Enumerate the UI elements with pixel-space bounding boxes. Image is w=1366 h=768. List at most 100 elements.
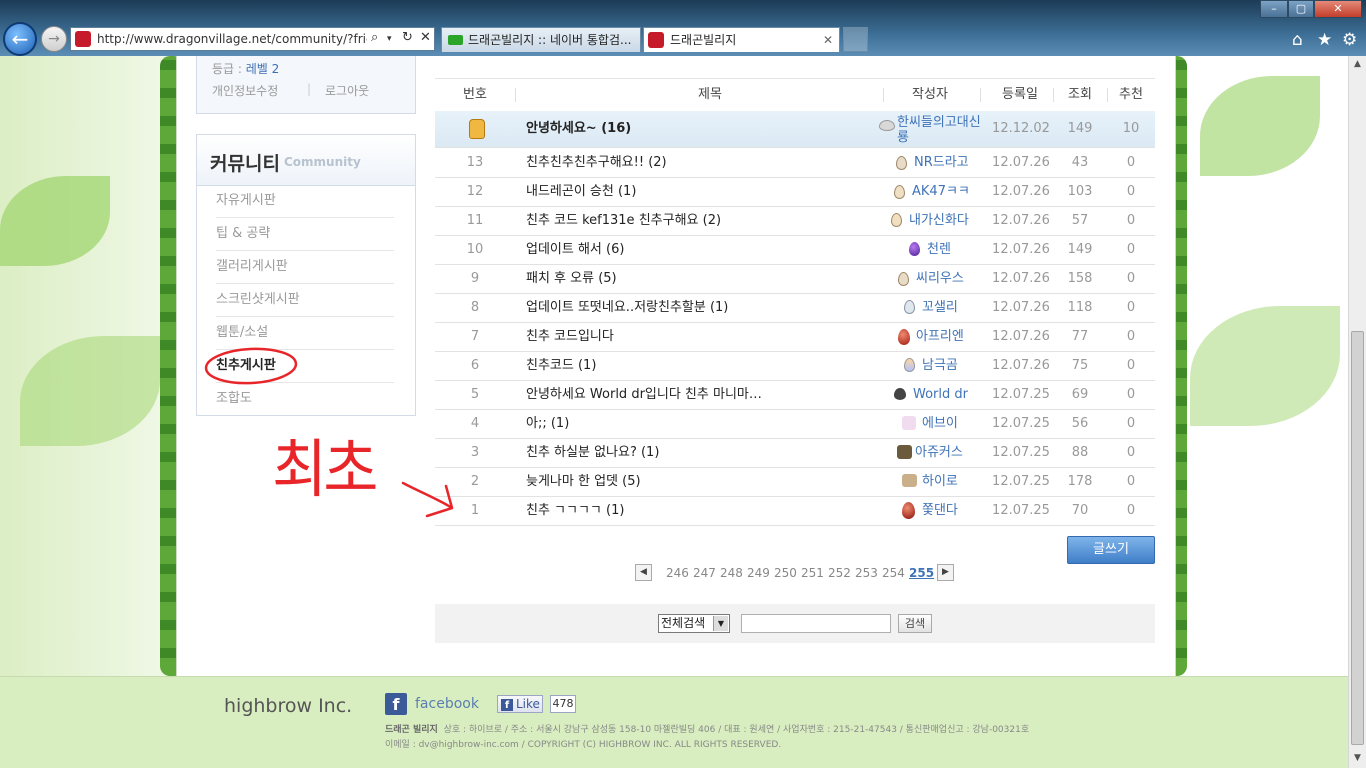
post-title[interactable]: 내드레곤이 승천 (1) <box>526 177 856 206</box>
search-input[interactable] <box>741 614 891 633</box>
table-row[interactable]: 12 내드레곤이 승천 (1) AK47ㅋㅋ 12.07.26 103 0 <box>435 177 1155 207</box>
menu-item-free-board[interactable]: 자유게시판 <box>216 185 394 218</box>
post-author[interactable]: 천렌 <box>927 235 951 264</box>
scroll-down-icon[interactable]: ▼ <box>1349 750 1366 767</box>
scroll-up-icon[interactable]: ▲ <box>1349 56 1366 73</box>
table-row[interactable]: 5 안녕하세요 World dr입니다 친추 마니마… World dr 12.… <box>435 380 1155 410</box>
table-row[interactable]: 9 패치 후 오류 (5) 씨리우스 12.07.26 158 0 <box>435 264 1155 294</box>
menu-item-gallery[interactable]: 갤러리게시판 <box>216 251 394 284</box>
post-author[interactable]: 한씨들의고대신룡 <box>897 115 985 145</box>
post-views: 149 <box>1067 242 1093 257</box>
post-title[interactable]: 업데이트 또떳네요..저랑친추할분 (1) <box>526 293 856 322</box>
window-close-button[interactable]: ✕ <box>1314 0 1362 18</box>
page-link[interactable]: 248 <box>720 566 743 580</box>
scroll-thumb[interactable] <box>1351 331 1364 745</box>
table-row[interactable]: 13 친추친추친추구해요!! (2) NR드라고 12.07.26 43 0 <box>435 148 1155 178</box>
table-row[interactable]: 4 아;; (1) 에브이 12.07.25 56 0 <box>435 409 1155 439</box>
notice-row[interactable]: 안녕하세요~ (16) 한씨들의고대신룡 12.12.02 149 10 <box>435 111 1155 148</box>
post-title[interactable]: 친추친추친추구해요!! (2) <box>526 148 856 177</box>
post-title[interactable]: 친추 코드입니다 <box>526 322 856 351</box>
post-no: 10 <box>466 242 484 257</box>
home-icon[interactable]: ⌂ <box>1292 30 1303 50</box>
next-page-button[interactable]: ▶ <box>937 564 954 581</box>
tab-naver-search[interactable]: 드래곤빌리지 :: 네이버 통합검... <box>441 27 641 52</box>
search-scope-select[interactable]: 전체검색 ▼ <box>658 614 730 633</box>
dropdown-icon[interactable]: ▾ <box>387 34 392 44</box>
menu-item-combination[interactable]: 조합도 <box>216 383 394 415</box>
table-row[interactable]: 7 친추 코드입니다 아프리엔 12.07.26 77 0 <box>435 322 1155 352</box>
community-subtitle: Community <box>284 155 361 169</box>
post-author[interactable]: 쫓댄다 <box>922 496 958 525</box>
tools-gear-icon[interactable]: ⚙ <box>1342 30 1357 50</box>
prev-page-button[interactable]: ◀ <box>635 564 652 581</box>
current-page[interactable]: 255 <box>909 566 934 580</box>
table-row[interactable]: 1 친추 ㄱㄱㄱㄱ (1) 쫓댄다 12.07.25 70 0 <box>435 496 1155 526</box>
post-author[interactable]: NR드라고 <box>914 148 969 177</box>
naver-favicon-icon <box>448 35 463 45</box>
address-bar[interactable]: http://www.dragonvillage.net/community/?… <box>70 27 435 51</box>
minimize-button[interactable]: – <box>1260 0 1288 18</box>
table-row[interactable]: 11 친추 코드 kef131e 친추구해요 (2) 내가신화다 12.07.2… <box>435 206 1155 236</box>
refresh-icon[interactable]: ↻ <box>402 30 413 45</box>
post-title[interactable]: 패치 후 오류 (5) <box>526 264 856 293</box>
post-title[interactable]: 친추 ㄱㄱㄱㄱ (1) <box>526 496 856 525</box>
post-author[interactable]: 남극곰 <box>922 351 958 380</box>
logout-link[interactable]: 로그아웃 <box>325 82 369 99</box>
table-row[interactable]: 8 업데이트 또떳네요..저랑친추할분 (1) 꼬샐리 12.07.26 118… <box>435 293 1155 323</box>
post-author[interactable]: World dr <box>913 380 968 409</box>
post-author[interactable]: 꼬샐리 <box>922 293 958 322</box>
post-views: 56 <box>1071 416 1089 431</box>
page-link[interactable]: 247 <box>693 566 716 580</box>
post-author[interactable]: 하이로 <box>922 467 958 496</box>
post-recommend: 0 <box>1126 271 1136 286</box>
table-row[interactable]: 10 업데이트 해서 (6) 천렌 12.07.26 149 0 <box>435 235 1155 265</box>
like-button[interactable]: f Like <box>497 695 543 713</box>
post-author[interactable]: 아프리엔 <box>916 322 964 351</box>
table-row[interactable]: 6 친추코드 (1) 남극곰 12.07.26 75 0 <box>435 351 1155 381</box>
post-title[interactable]: 늦게나마 한 업뎃 (5) <box>526 467 856 496</box>
post-title[interactable]: 업데이트 해서 (6) <box>526 235 856 264</box>
stop-icon[interactable]: ✕ <box>420 30 431 45</box>
menu-item-screenshots[interactable]: 스크린샷게시판 <box>216 284 394 317</box>
page-link[interactable]: 249 <box>747 566 770 580</box>
table-row[interactable]: 2 늦게나마 한 업뎃 (5) 하이로 12.07.25 178 0 <box>435 467 1155 497</box>
post-author[interactable]: 내가신화다 <box>909 206 969 235</box>
new-tab-button[interactable] <box>843 27 868 52</box>
edit-profile-link[interactable]: 개인정보수정 <box>212 82 278 99</box>
post-author[interactable]: 아쥬커스 <box>915 438 963 467</box>
post-title[interactable]: 친추 하실분 없나요? (1) <box>526 438 856 467</box>
footer-brand: 드래곤 빌리지 <box>385 725 438 735</box>
favorites-star-icon[interactable]: ★ <box>1317 30 1332 50</box>
tab-close-icon[interactable]: ✕ <box>823 28 833 52</box>
page-link[interactable]: 246 <box>666 566 689 580</box>
post-title[interactable]: 친추 코드 kef131e 친추구해요 (2) <box>526 206 856 235</box>
page-link[interactable]: 254 <box>882 566 905 580</box>
search-button[interactable]: 검색 <box>898 614 932 633</box>
menu-item-tips[interactable]: 팁 & 공략 <box>216 218 394 251</box>
forward-button[interactable]: → <box>41 26 67 52</box>
post-title[interactable]: 안녕하세요~ (16) <box>526 111 856 147</box>
tab-dragonvillage[interactable]: 드래곤빌리지 ✕ <box>643 27 840 52</box>
post-author[interactable]: AK47ㅋㅋ <box>912 177 970 206</box>
address-url[interactable]: http://www.dragonvillage.net/community/?… <box>97 32 367 46</box>
post-title[interactable]: 친추코드 (1) <box>526 351 856 380</box>
page-link[interactable]: 252 <box>828 566 851 580</box>
facebook-link[interactable]: facebook <box>415 696 479 712</box>
page-link[interactable]: 250 <box>774 566 797 580</box>
write-button[interactable]: 글쓰기 <box>1067 536 1155 564</box>
menu-item-webtoon[interactable]: 웹툰/소설 <box>216 317 394 350</box>
post-title[interactable]: 아;; (1) <box>526 409 856 438</box>
post-title[interactable]: 안녕하세요 World dr입니다 친추 마니마… <box>526 380 856 409</box>
maximize-button[interactable]: ▢ <box>1288 0 1314 18</box>
vertical-scrollbar[interactable]: ▲ ▼ <box>1348 56 1366 768</box>
post-author[interactable]: 에브이 <box>922 409 958 438</box>
search-icon[interactable]: ⌕ <box>371 30 378 45</box>
table-row[interactable]: 3 친추 하실분 없나요? (1) 아쥬커스 12.07.25 88 0 <box>435 438 1155 468</box>
facebook-icon[interactable]: f <box>385 693 407 715</box>
page-link[interactable]: 253 <box>855 566 878 580</box>
post-author[interactable]: 씨리우스 <box>916 264 964 293</box>
menu-item-friends-board[interactable]: 친추게시판 <box>216 350 394 383</box>
back-button[interactable]: ← <box>3 22 37 56</box>
post-date: 12.07.25 <box>992 445 1050 460</box>
page-link[interactable]: 251 <box>801 566 824 580</box>
